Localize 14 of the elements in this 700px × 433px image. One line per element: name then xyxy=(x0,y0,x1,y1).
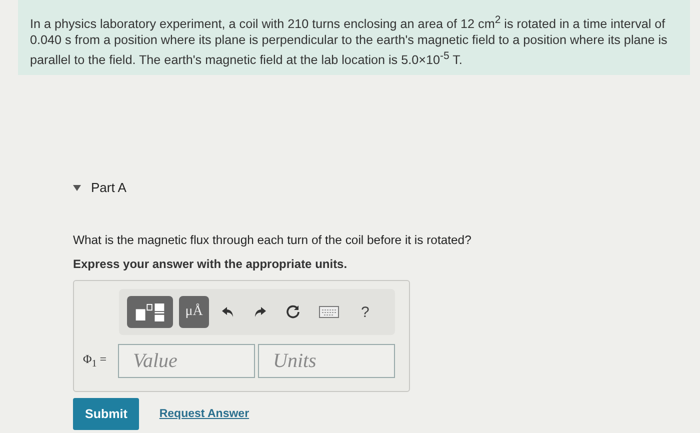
help-button[interactable]: ? xyxy=(355,304,376,320)
templates-button[interactable] xyxy=(127,296,173,328)
units-button[interactable]: μÅ xyxy=(179,296,209,328)
request-answer-link[interactable]: Request Answer xyxy=(159,408,250,420)
instruction-text: Express your answer with the appropriate units. xyxy=(73,257,348,271)
part-title[interactable]: Part A xyxy=(91,180,126,195)
value-field[interactable]: Value xyxy=(118,344,255,378)
problem-text: In a physics laboratory experiment, a coil with 210 turns enclosing an area of 12 cm$^{2}$ is rotated in a time interval of 0.040 s from a position where its plane is perpendicular to the earth's magnetic field to a position where its plane is parallel to the field. The earth's magnetic field at the lab location is 5.0×10$^{-5}$ T. xyxy=(30,13,668,68)
variable-label: Φ$_{1}$ = xyxy=(83,352,108,370)
collapse-toggle-icon[interactable] xyxy=(73,184,81,190)
submit-button[interactable]: Submit xyxy=(73,398,140,430)
template-icon xyxy=(133,301,167,323)
question-text: What is the magnetic flux through each turn of the coil before it is rotated? xyxy=(73,233,472,247)
units-field[interactable]: Units xyxy=(258,344,395,378)
